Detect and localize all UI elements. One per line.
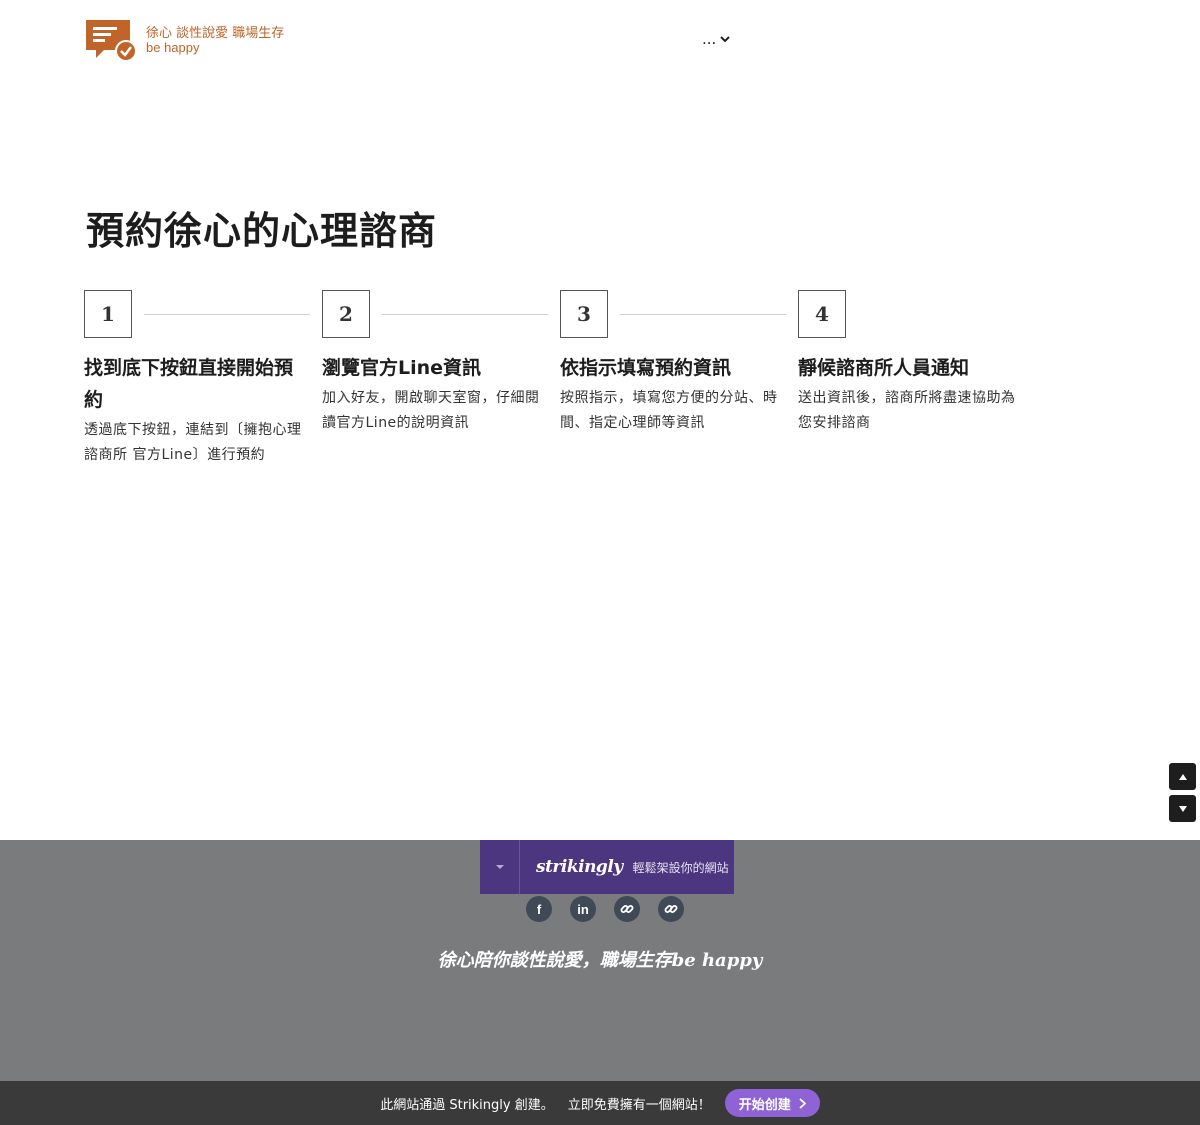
step-2: 2 瀏覽官方Line資訊 加入好友，開啟聊天室窗，仔細閱讀官方Line的說明資訊 xyxy=(322,290,548,436)
step-3: 3 依指示填寫預約資訊 按照指示，填寫您方便的分站、時間、指定心理師等資訊 xyxy=(560,290,786,436)
site-footer: strikingly 輕鬆架設你的網站 f in 徐心陪你談性說愛，職場生存be… xyxy=(0,840,1200,1081)
step-number: 1 xyxy=(84,290,132,338)
link-button-2[interactable] xyxy=(658,896,684,922)
link-icon xyxy=(620,905,634,913)
step-description: 加入好友，開啟聊天室窗，仔細閱讀官方Line的說明資訊 xyxy=(322,390,540,431)
built-with-text: 此網站通過 Strikingly 創建。 xyxy=(380,1097,554,1113)
nav-more-label: ... xyxy=(702,30,717,48)
chevron-down-icon xyxy=(720,36,731,43)
badge-tagline: 輕鬆架設你的網站 xyxy=(632,860,729,875)
step-number: 4 xyxy=(798,290,846,338)
linkedin-icon: in xyxy=(577,901,589,917)
step-description: 透過底下按鈕，連結到〔擁抱心理諮商所 官方Line〕進行預約 xyxy=(84,422,302,463)
site-header: 徐心 談性說愛 職場生存 be happy ... xyxy=(0,0,1200,80)
scroll-up-button[interactable] xyxy=(1169,763,1196,790)
strikingly-logo: strikingly xyxy=(536,857,623,877)
step-description: 按照指示，填寫您方便的分站、時間、指定心理師等資訊 xyxy=(560,390,778,431)
step-4: 4 靜候諮商所人員通知 送出資訊後，諮商所將盡速協助為您安排諮商 xyxy=(798,290,1018,436)
logo-text: 徐心 談性說愛 職場生存 be happy xyxy=(146,26,284,55)
step-connector xyxy=(620,314,786,315)
footer-slogan: 徐心陪你談性說愛，職場生存be happy xyxy=(437,950,763,971)
step-title: 找到底下按鈕直接開始預約 xyxy=(84,357,294,411)
strikingly-bottom-bar: 此網站通過 Strikingly 創建。 立即免費擁有一個網站！ 开始创建 xyxy=(0,1081,1200,1125)
page-title: 預約徐心的心理諮商 xyxy=(86,209,438,253)
step-1: 1 找到底下按鈕直接開始預約 透過底下按鈕，連結到〔擁抱心理諮商所 官方Line… xyxy=(84,290,310,468)
strikingly-badge[interactable]: strikingly 輕鬆架設你的網站 xyxy=(480,840,734,894)
chat-check-logo-icon xyxy=(86,20,137,62)
link-button-1[interactable] xyxy=(614,896,640,922)
nav-more-menu[interactable]: ... xyxy=(702,30,731,48)
badge-toggle[interactable] xyxy=(480,840,520,894)
chevron-right-icon xyxy=(799,1097,806,1109)
site-logo[interactable]: 徐心 談性說愛 職場生存 be happy xyxy=(84,18,284,62)
triangle-up-icon xyxy=(1178,773,1187,780)
step-number: 3 xyxy=(560,290,608,338)
link-icon xyxy=(664,905,678,913)
step-connector xyxy=(144,314,310,315)
triangle-down-icon xyxy=(1178,805,1187,812)
free-site-cta: 立即免費擁有一個網站！ xyxy=(567,1097,711,1113)
step-number: 2 xyxy=(322,290,370,338)
start-create-label: 开始创建 xyxy=(738,1097,791,1113)
logo-subtitle: be happy xyxy=(146,40,200,55)
scroll-down-button[interactable] xyxy=(1169,795,1196,822)
step-connector xyxy=(382,314,548,315)
facebook-link[interactable]: f xyxy=(526,896,552,922)
step-description: 送出資訊後，諮商所將盡速協助為您安排諮商 xyxy=(798,390,1016,431)
facebook-icon: f xyxy=(536,901,542,917)
linkedin-link[interactable]: in xyxy=(570,896,596,922)
caret-down-icon xyxy=(495,865,504,869)
step-title: 瀏覽官方Line資訊 xyxy=(322,357,482,379)
step-title: 靜候諮商所人員通知 xyxy=(798,357,970,379)
step-title: 依指示填寫預約資訊 xyxy=(560,357,732,379)
start-create-button[interactable]: 开始创建 xyxy=(724,1089,820,1117)
social-links: f in xyxy=(526,896,702,922)
logo-title: 徐心 談性說愛 職場生存 xyxy=(146,26,285,41)
